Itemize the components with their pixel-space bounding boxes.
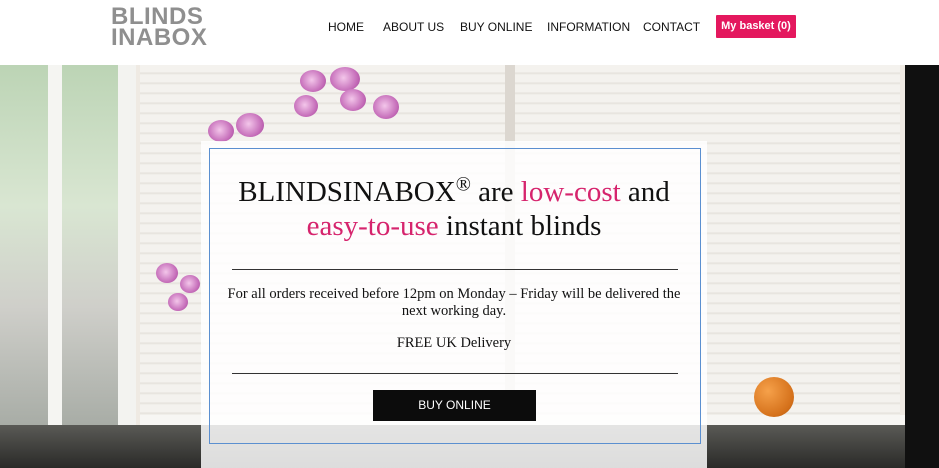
site-logo[interactable]: BLINDS INABOX (111, 5, 208, 51)
window-mullion (48, 65, 62, 468)
headline-text: instant blinds (438, 210, 602, 242)
nav-about-us[interactable]: ABOUT US (383, 20, 444, 34)
registered-mark: ® (455, 173, 471, 196)
window-frame (118, 65, 136, 468)
headline-easy-to-use: easy-to-use (306, 210, 439, 242)
promo-panel: BLINDSINABOX® are low-cost and easy-to-us… (201, 141, 707, 468)
nav-buy-online[interactable]: BUY ONLINE (460, 20, 532, 34)
orchid-flower (294, 95, 318, 117)
orchid-flower (300, 70, 326, 92)
site-header: BLINDS INABOX HOME ABOUT US BUY ONLINE I… (0, 0, 939, 65)
orchid-flower (330, 67, 360, 91)
headline-text: are (470, 176, 521, 208)
orchid-flower (340, 89, 366, 111)
nav-home[interactable]: HOME (328, 20, 364, 34)
orchid-flower (156, 263, 178, 283)
basket-button[interactable]: My basket (0) (716, 15, 796, 38)
order-delivery-text: For all orders received before 12pm on M… (227, 286, 681, 319)
orchid-flower (236, 113, 264, 137)
orange-fruit (754, 377, 794, 417)
orchid-flower (168, 293, 188, 311)
buy-online-button[interactable]: BUY ONLINE (373, 390, 536, 421)
nav-information[interactable]: INFORMATION (547, 20, 630, 34)
hero-dark-edge (905, 65, 939, 468)
divider-top (232, 269, 678, 270)
orchid-flower (208, 120, 234, 142)
hero-window (0, 65, 136, 468)
free-delivery-text: FREE UK Delivery (396, 335, 512, 351)
nav-contact[interactable]: CONTACT (643, 20, 700, 34)
headline-low-cost: low-cost (520, 176, 621, 208)
headline-brand: BLINDSINABOX (238, 176, 456, 208)
orchid-flower (373, 95, 399, 119)
headline-text: and (620, 176, 670, 208)
orchid-flower (180, 275, 200, 293)
logo-line-2: INABOX (111, 24, 208, 51)
promo-headline: BLINDSINABOX® are low-cost and easy-to-us… (201, 173, 707, 243)
divider-bottom (232, 373, 678, 374)
